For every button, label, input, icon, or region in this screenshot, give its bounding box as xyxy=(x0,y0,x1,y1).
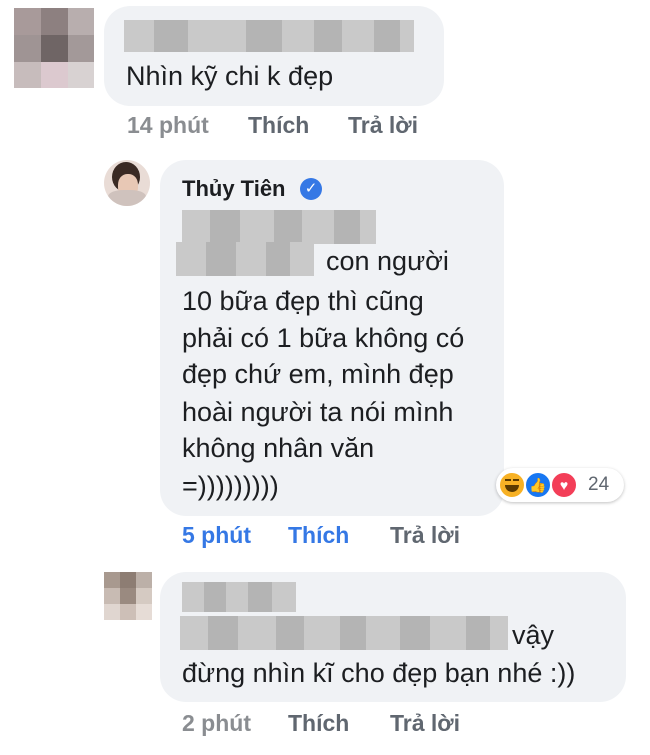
redacted-text-3 xyxy=(180,616,508,650)
comment-line-2-6: không nhân văn xyxy=(182,433,375,463)
reply-button-1[interactable]: Trả lời xyxy=(348,112,418,139)
like-icon: 👍 xyxy=(524,471,552,499)
comment-line-2-3: phải có 1 bữa không có xyxy=(182,323,465,353)
redacted-text-2a xyxy=(182,210,376,244)
comment-time-1[interactable]: 14 phút xyxy=(127,112,209,139)
comment-time-2[interactable]: 5 phút xyxy=(182,522,251,549)
like-button-2[interactable]: Thích xyxy=(288,522,349,549)
commenter-avatar-1[interactable] xyxy=(14,8,94,88)
comment-line-2-4: đẹp chứ em, mình đẹp xyxy=(182,359,454,389)
author-avatar[interactable] xyxy=(104,160,150,206)
comment-time-3[interactable]: 2 phút xyxy=(182,710,251,737)
reply-button-2[interactable]: Trả lời xyxy=(390,522,460,549)
reply-button-3[interactable]: Trả lời xyxy=(390,710,460,737)
comment-line-2-1: con người xyxy=(326,246,449,276)
haha-icon xyxy=(498,471,526,499)
comment-line-3-1: vậy xyxy=(512,620,555,650)
redacted-name-3 xyxy=(182,582,296,612)
comment-line-3-2: đừng nhìn kĩ cho đẹp bạn nhé :)) xyxy=(182,658,576,688)
author-name[interactable]: Thủy Tiên xyxy=(182,176,286,202)
redacted-text-2b xyxy=(176,242,314,276)
reaction-count: 24 xyxy=(588,474,610,495)
like-button-1[interactable]: Thích xyxy=(248,112,309,139)
comment-line-2-7: =))))))))) xyxy=(182,471,279,501)
verified-badge-icon: ✓ xyxy=(300,178,322,200)
comment-line-2-5: hoài người ta nói mình xyxy=(182,397,454,427)
reaction-summary[interactable]: 👍 ♥ 24 xyxy=(496,468,624,502)
commenter-avatar-3[interactable] xyxy=(104,572,152,620)
like-button-3[interactable]: Thích xyxy=(288,710,349,737)
love-icon: ♥ xyxy=(550,471,578,499)
comment-line-2-2: 10 bữa đẹp thì cũng xyxy=(182,286,424,316)
redacted-name-1 xyxy=(124,20,414,52)
comment-text-1: Nhìn kỹ chi k đẹp xyxy=(126,61,334,91)
